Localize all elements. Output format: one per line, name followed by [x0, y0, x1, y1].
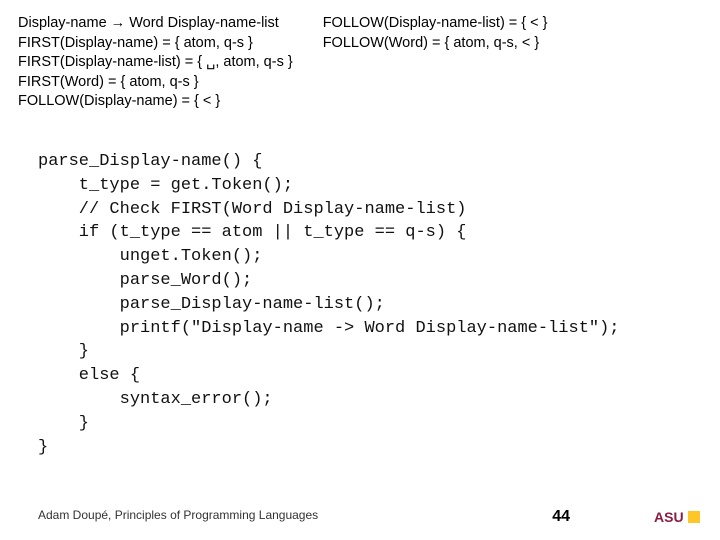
- grammar-line: Display-name → Word Display-name-list: [18, 14, 293, 34]
- asu-logo: ASU: [654, 506, 702, 528]
- slide: Display-name → Word Display-name-list FI…: [0, 0, 720, 540]
- footer-text: Adam Doupé, Principles of Programming La…: [38, 508, 318, 522]
- grammar-line: FOLLOW(Display-name) = { < }: [18, 92, 293, 112]
- grammar-line: FOLLOW(Word) = { atom, q-s, < }: [323, 34, 548, 54]
- svg-text:ASU: ASU: [654, 509, 684, 525]
- grammar-right: FOLLOW(Display-name-list) = { < } FOLLOW…: [323, 14, 548, 112]
- page-number: 44: [552, 508, 570, 526]
- grammar-line: FIRST(Display-name-list) = { ␣, atom, q-…: [18, 53, 293, 73]
- grammar-left: Display-name → Word Display-name-list FI…: [18, 14, 293, 112]
- code-block: parse_Display-name() { t_type = get.Toke…: [38, 150, 620, 459]
- grammar-line: FIRST(Word) = { atom, q-s }: [18, 73, 293, 93]
- grammar-line: FOLLOW(Display-name-list) = { < }: [323, 14, 548, 34]
- grammar-block: Display-name → Word Display-name-list FI…: [18, 14, 702, 112]
- grammar-line: FIRST(Display-name) = { atom, q-s }: [18, 34, 293, 54]
